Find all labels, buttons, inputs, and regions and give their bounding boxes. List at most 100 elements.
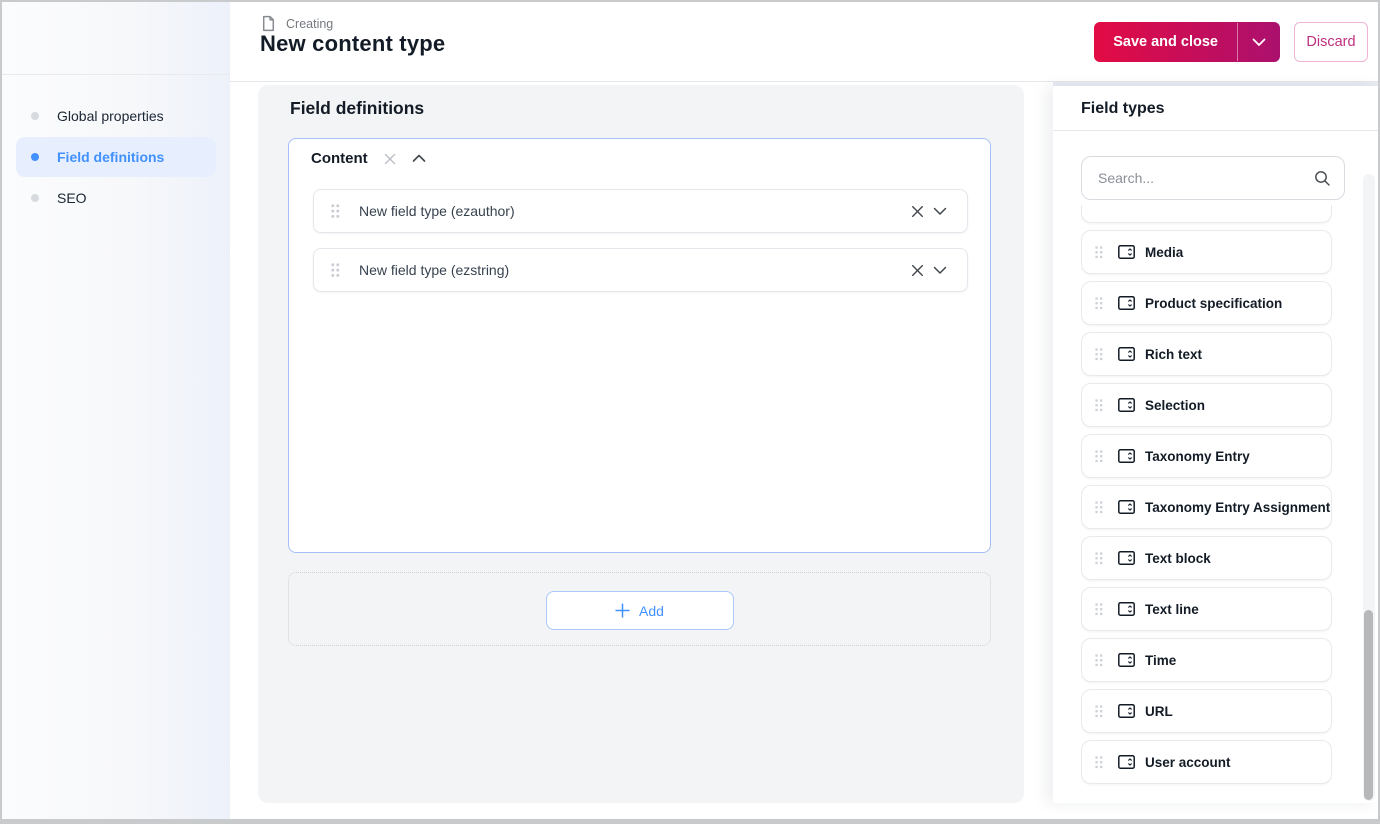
collapse-group-button[interactable]	[412, 154, 426, 163]
field-type-label: Product specification	[1145, 295, 1283, 311]
remove-field-button[interactable]	[910, 263, 925, 278]
drag-handle-icon	[1095, 602, 1103, 616]
sidebar-item-seo[interactable]: SEO	[16, 178, 216, 218]
header-actions: Save and close Discard	[1094, 22, 1368, 62]
anchor-nav: Global properties Field definitions SEO	[2, 96, 230, 219]
save-options-dropdown-button[interactable]	[1238, 22, 1280, 62]
add-group-dropzone: Add	[288, 572, 991, 646]
nav-bullet-icon	[31, 112, 39, 120]
search-icon	[1313, 169, 1331, 187]
discard-button[interactable]: Discard	[1294, 22, 1368, 62]
field-type-label: Text line	[1145, 601, 1199, 617]
expand-field-button[interactable]	[933, 207, 947, 216]
drag-handle-icon[interactable]	[331, 263, 340, 278]
field-type-icon	[1118, 296, 1135, 310]
drag-handle-icon	[1095, 245, 1103, 259]
chevron-down-icon	[933, 266, 947, 275]
field-type-label: Selection	[1145, 397, 1206, 413]
drag-handle-icon	[1095, 653, 1103, 667]
field-type-icon	[1118, 449, 1135, 463]
chevron-up-icon	[412, 154, 426, 163]
field-definition-label: New field type (ezauthor)	[359, 203, 515, 219]
field-definitions-panel: Field definitions Content New field type…	[258, 85, 1024, 803]
field-group-content: Content New field type (ezauthor) New fi…	[288, 138, 991, 553]
field-types-list: Media Product specification Rich text Se…	[1081, 205, 1332, 797]
field-definitions-heading: Field definitions	[290, 98, 425, 118]
field-type-item-url[interactable]: URL	[1081, 689, 1332, 733]
field-type-icon	[1118, 551, 1135, 565]
field-type-label: Time	[1145, 652, 1177, 668]
document-icon	[260, 15, 277, 32]
field-types-panel: Field types Search... Media Product spec…	[1053, 86, 1378, 803]
drag-handle-icon	[1095, 704, 1103, 718]
scrollbar-thumb[interactable]	[1364, 610, 1373, 800]
field-type-item-taxonomy-entry-assignment[interactable]: Taxonomy Entry Assignment	[1081, 485, 1332, 529]
field-type-label: Taxonomy Entry Assignment	[1145, 499, 1331, 515]
save-split-button: Save and close	[1094, 22, 1280, 62]
field-type-item-media[interactable]: Media	[1081, 230, 1332, 274]
field-definition-row[interactable]: New field type (ezauthor)	[313, 189, 968, 233]
sidebar-item-global-properties[interactable]: Global properties	[16, 96, 216, 136]
field-type-icon	[1118, 500, 1135, 514]
breadcrumb-label: Creating	[286, 16, 334, 31]
chevron-down-icon	[933, 207, 947, 216]
close-icon	[910, 263, 925, 278]
sidebar-item-label: Global properties	[57, 108, 164, 124]
field-definition-row[interactable]: New field type (ezstring)	[313, 248, 968, 292]
field-type-item-rich-text[interactable]: Rich text	[1081, 332, 1332, 376]
window-frame: Global properties Field definitions SEO …	[0, 0, 1380, 824]
field-type-label: Rich text	[1145, 346, 1203, 362]
field-type-item-partial[interactable]	[1081, 205, 1332, 223]
plus-icon	[615, 603, 630, 618]
sidebar-item-label: Field definitions	[57, 149, 165, 165]
field-types-search-input[interactable]: Search...	[1081, 156, 1345, 200]
expand-field-button[interactable]	[933, 266, 947, 275]
remove-field-button[interactable]	[910, 204, 925, 219]
drag-handle-icon	[1095, 755, 1103, 769]
search-placeholder: Search...	[1098, 170, 1155, 186]
field-types-heading: Field types	[1053, 86, 1378, 131]
drag-handle-icon	[1095, 500, 1103, 514]
field-type-icon	[1118, 398, 1135, 412]
nav-bullet-icon	[31, 194, 39, 202]
breadcrumb: Creating	[260, 15, 333, 32]
field-type-item-taxonomy-entry[interactable]: Taxonomy Entry	[1081, 434, 1332, 478]
field-type-label: Media	[1145, 244, 1184, 260]
add-group-button[interactable]: Add	[545, 591, 734, 630]
drag-handle-icon[interactable]	[331, 204, 340, 219]
sidebar-divider	[2, 74, 230, 75]
drag-handle-icon	[1095, 449, 1103, 463]
field-type-item-selection[interactable]: Selection	[1081, 383, 1332, 427]
field-type-icon	[1118, 602, 1135, 616]
field-type-icon	[1118, 245, 1135, 259]
chevron-down-icon	[1252, 38, 1266, 47]
field-type-item-time[interactable]: Time	[1081, 638, 1332, 682]
sidebar-item-field-definitions[interactable]: Field definitions	[16, 137, 216, 177]
page-title: New content type	[260, 31, 446, 56]
field-type-item-text-line[interactable]: Text line	[1081, 587, 1332, 631]
add-group-label: Add	[639, 602, 664, 619]
field-type-label: Text block	[1145, 550, 1211, 566]
field-type-item-product-specification[interactable]: Product specification	[1081, 281, 1332, 325]
field-type-icon	[1118, 347, 1135, 361]
app-page: Global properties Field definitions SEO …	[2, 2, 1378, 819]
field-type-item-text-block[interactable]: Text block	[1081, 536, 1332, 580]
field-type-label: Taxonomy Entry	[1145, 448, 1250, 464]
drag-handle-icon	[1095, 398, 1103, 412]
field-type-label: User account	[1145, 754, 1231, 770]
close-icon	[383, 152, 397, 166]
field-type-icon	[1118, 704, 1135, 718]
save-and-close-button[interactable]: Save and close	[1094, 22, 1237, 62]
page-header: Creating New content type Save and close…	[230, 2, 1378, 82]
field-group-header: Content	[311, 150, 426, 167]
anchor-sidebar: Global properties Field definitions SEO	[2, 2, 230, 819]
field-type-item-user-account[interactable]: User account	[1081, 740, 1332, 784]
field-definition-label: New field type (ezstring)	[359, 262, 510, 278]
drag-handle-icon	[1095, 296, 1103, 310]
close-icon	[910, 204, 925, 219]
remove-group-button[interactable]	[383, 152, 397, 166]
field-type-label: URL	[1145, 703, 1173, 719]
field-group-title: Content	[311, 150, 368, 167]
sidebar-item-label: SEO	[57, 190, 87, 206]
field-type-icon	[1118, 755, 1135, 769]
